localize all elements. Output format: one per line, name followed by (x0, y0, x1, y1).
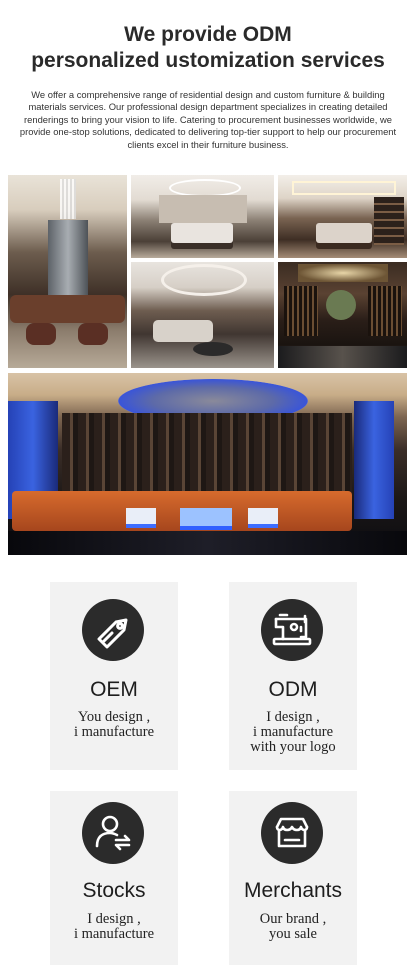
card-title: Merchants (243, 879, 343, 902)
gallery-photo-bedroom (131, 175, 274, 258)
gallery-photo-bedroom-2 (278, 175, 407, 258)
price-tag-icon (82, 599, 144, 661)
gallery-photo-living-room (8, 175, 127, 368)
page-title-line1: We provide ODM (124, 23, 292, 46)
service-card-odm: ODM I design , i manufacture with your l… (229, 582, 357, 770)
intro-paragraph: We offer a comprehensive range of reside… (19, 89, 397, 150)
gallery-photo-dining-bar (278, 262, 407, 368)
card-subtitle-line1: I design , (266, 709, 320, 725)
card-subtitle-line2: you sale (269, 926, 317, 942)
user-exchange-icon (82, 802, 144, 864)
card-title: Stocks (82, 879, 146, 902)
page-title: We provide ODM personalized ustomization… (0, 22, 416, 74)
card-title: OEM (90, 678, 138, 701)
gallery-photo-ktv-room (8, 373, 407, 555)
storefront-icon (261, 802, 323, 864)
card-subtitle-line2: i manufacture (252, 724, 334, 740)
sewing-machine-icon (261, 599, 323, 661)
page-title-line2: personalized ustomization services (31, 49, 385, 72)
card-subtitle-line1: I design , (87, 911, 141, 927)
card-subtitle-line2: i manufacture (73, 724, 155, 740)
service-card-stocks: Stocks I design , i manufacture (50, 791, 178, 965)
service-card-merchants: Merchants Our brand , you sale (229, 791, 357, 965)
card-subtitle-line1: You design , (77, 709, 151, 725)
card-subtitle-line2: i manufacture (73, 926, 155, 942)
card-title: ODM (268, 678, 318, 701)
card-subtitle-line1: Our brand , (259, 911, 327, 927)
card-subtitle-line3: with your logo (250, 739, 336, 755)
gallery-photo-lounge (131, 262, 274, 368)
service-card-oem: OEM You design , i manufacture (50, 582, 178, 770)
